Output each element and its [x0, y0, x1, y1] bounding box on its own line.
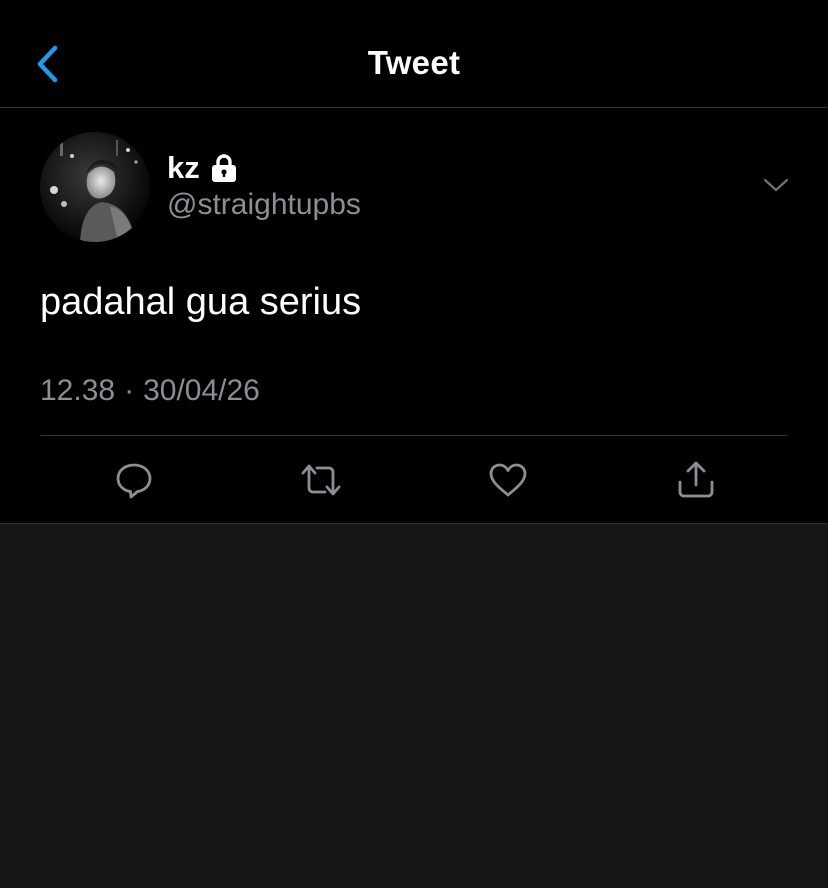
display-name: kz — [167, 150, 200, 185]
reply-button[interactable] — [112, 458, 156, 502]
retweet-icon — [301, 464, 341, 496]
share-icon — [678, 461, 714, 498]
timestamp-separator: · — [124, 374, 135, 407]
username-handle[interactable]: @straightupbs — [167, 188, 361, 222]
chevron-down-icon — [763, 178, 789, 192]
tweet-time: 12.38 — [40, 374, 116, 407]
navigation-bar: Tweet — [0, 0, 828, 108]
tweet-detail-screen: Tweet kz @straightupbs padahal gua seriu… — [0, 0, 828, 888]
tweet-date: 30/04/26 — [143, 374, 260, 407]
like-button[interactable] — [486, 458, 530, 502]
share-button[interactable] — [674, 458, 718, 502]
tweet-timestamp: 12.38 · 30/04/26 — [40, 374, 260, 408]
divider — [40, 435, 788, 436]
tweet-card: kz @straightupbs padahal gua serius 12.3… — [0, 108, 828, 524]
heart-icon — [489, 463, 527, 497]
comment-icon — [116, 463, 152, 499]
tweet-text: padahal gua serius — [40, 281, 362, 323]
lock-icon — [211, 154, 236, 182]
avatar[interactable] — [40, 132, 150, 242]
page-title: Tweet — [367, 44, 461, 81]
avatar-photo — [40, 132, 150, 242]
retweet-button[interactable] — [299, 458, 343, 502]
more-options-button[interactable] — [758, 170, 794, 200]
author-name-row[interactable]: kz — [167, 150, 238, 186]
